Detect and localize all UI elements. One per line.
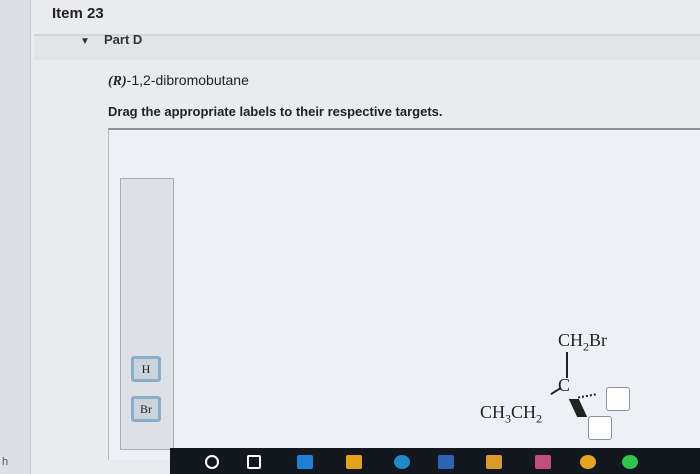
search-icon[interactable] xyxy=(205,455,219,469)
left-substituent: CH3CH2 xyxy=(480,402,543,426)
app-icon-6[interactable] xyxy=(535,455,551,469)
app-icon-5[interactable] xyxy=(486,455,502,469)
task-view-icon[interactable] xyxy=(247,455,261,469)
app-icon-8[interactable] xyxy=(622,455,638,469)
compound-name: (R)-1,2-dibromobutane xyxy=(108,72,249,90)
instruction-text: Drag the appropriate labels to their res… xyxy=(108,104,443,119)
left-panel-edge xyxy=(0,0,31,474)
stereo-descriptor: (R) xyxy=(108,74,127,89)
left-panel-fragment: h xyxy=(2,456,9,468)
label-h[interactable]: H xyxy=(131,356,161,382)
app-icon-4[interactable] xyxy=(438,455,454,469)
compound-suffix: -1,2-dibromobutane xyxy=(126,72,249,88)
drop-target-right[interactable] xyxy=(606,387,630,411)
item-title: Item 23 xyxy=(52,5,104,22)
collapse-toggle-icon[interactable]: ▼ xyxy=(80,36,90,47)
app-icon-1[interactable] xyxy=(297,455,313,469)
app-icon-7[interactable] xyxy=(580,455,596,469)
app-icon-2[interactable] xyxy=(346,455,362,469)
top-substituent: CH2Br xyxy=(558,330,608,354)
bond-top xyxy=(566,352,568,378)
app-icon-3[interactable] xyxy=(394,455,410,469)
part-label[interactable]: Part D xyxy=(104,32,142,47)
stereocenter: C xyxy=(558,375,571,395)
drop-target-bottom[interactable] xyxy=(588,416,612,440)
label-br[interactable]: Br xyxy=(131,396,161,422)
